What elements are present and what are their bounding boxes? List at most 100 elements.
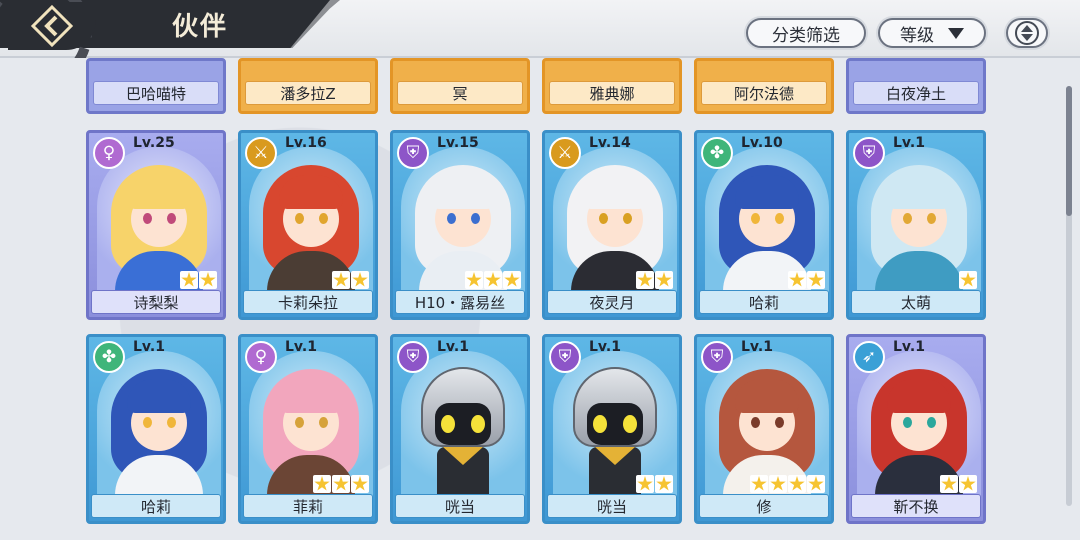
partner-card-partial[interactable]: 阿尔法德 <box>694 58 834 114</box>
star-icon <box>333 272 349 287</box>
star-icon <box>789 272 805 287</box>
shield-icon: ⛨ <box>397 341 429 373</box>
level-label: Lv.16 <box>285 135 327 151</box>
partner-name: 潘多拉Z <box>245 81 371 105</box>
partner-card[interactable]: ⛨ Lv.15 H10・露易丝 <box>390 130 530 320</box>
star-rating <box>959 271 977 289</box>
star-icon <box>181 272 197 287</box>
level-label: Lv.1 <box>893 135 925 151</box>
partner-name: 冥 <box>397 81 523 105</box>
star-icon <box>352 476 368 491</box>
sort-order-icon <box>1015 21 1039 45</box>
star-icon <box>960 476 976 491</box>
dagger-icon: ⚔ <box>245 137 277 169</box>
back-arrow-icon <box>30 4 74 48</box>
clover-icon: ✤ <box>93 341 125 373</box>
sort-dropdown-label: 等级 <box>900 25 934 46</box>
star-icon <box>656 476 672 491</box>
partner-name: 哈莉 <box>91 494 221 518</box>
level-label: Lv.10 <box>741 135 783 151</box>
star-rating <box>636 271 673 289</box>
page-title: 伙伴 <box>172 12 229 42</box>
partner-name: 夜灵月 <box>547 290 677 314</box>
scrollbar-thumb[interactable] <box>1066 86 1072 216</box>
level-label: Lv.1 <box>133 339 165 355</box>
filter-button-label: 分类筛选 <box>772 25 840 46</box>
partner-card[interactable]: ♀ Lv.25 诗梨梨 <box>86 130 226 320</box>
level-label: Lv.1 <box>437 339 469 355</box>
star-rating <box>465 271 521 289</box>
partner-card-partial[interactable]: 白夜净土 <box>846 58 986 114</box>
shield-icon: ⛨ <box>397 137 429 169</box>
partner-card-partial[interactable]: 潘多拉Z <box>238 58 378 114</box>
star-icon <box>751 476 767 491</box>
partner-card[interactable]: ⚔ Lv.14 夜灵月 <box>542 130 682 320</box>
star-icon <box>770 476 786 491</box>
partner-card-partial[interactable]: 冥 <box>390 58 530 114</box>
partner-name: 雅典娜 <box>549 81 675 105</box>
star-rating <box>788 271 825 289</box>
partner-name: 阿尔法德 <box>701 81 827 105</box>
filter-button[interactable]: 分类筛选 <box>746 18 866 48</box>
partner-card[interactable]: ⛨ Lv.1 咣当 <box>390 334 530 524</box>
partner-name: 白夜净土 <box>853 81 979 105</box>
partner-card-partial[interactable]: 雅典娜 <box>542 58 682 114</box>
star-icon <box>314 476 330 491</box>
partner-name: 咣当 <box>547 494 677 518</box>
level-label: Lv.25 <box>133 135 175 151</box>
star-rating <box>940 475 977 493</box>
star-icon <box>637 476 653 491</box>
partner-name: 巴哈喵特 <box>93 81 219 105</box>
partner-name: 哈莉 <box>699 290 829 314</box>
star-icon <box>941 476 957 491</box>
sort-dropdown[interactable]: 等级 <box>878 18 986 48</box>
bow-icon: ➶ <box>853 341 885 373</box>
star-icon <box>656 272 672 287</box>
star-icon <box>808 272 824 287</box>
venus-icon: ♀ <box>93 137 125 169</box>
star-rating <box>332 271 369 289</box>
partner-card[interactable]: ⛨ Lv.1 太萌 <box>846 130 986 320</box>
partner-name: H10・露易丝 <box>395 290 525 314</box>
partner-card[interactable]: ➶ Lv.1 靳不换 <box>846 334 986 524</box>
star-icon <box>485 272 501 287</box>
partner-card[interactable]: ⛨ Lv.1 咣当 <box>542 334 682 524</box>
venus-icon: ♀ <box>245 341 277 373</box>
partner-name: 卡莉朵拉 <box>243 290 373 314</box>
level-label: Lv.1 <box>285 339 317 355</box>
star-rating <box>636 475 673 493</box>
star-rating <box>750 475 825 493</box>
star-icon <box>333 476 349 491</box>
partner-card[interactable]: ⚔ Lv.16 卡莉朵拉 <box>238 130 378 320</box>
partner-card[interactable]: ⛨ Lv.1 修 <box>694 334 834 524</box>
partner-name: 修 <box>699 494 829 518</box>
partner-card[interactable]: ✤ Lv.10 哈莉 <box>694 130 834 320</box>
partner-card[interactable]: ✤ Lv.1 哈莉 <box>86 334 226 524</box>
sort-order-toggle[interactable] <box>1006 18 1048 48</box>
partner-name: 诗梨梨 <box>91 290 221 314</box>
star-icon <box>352 272 368 287</box>
star-icon <box>960 272 976 287</box>
level-label: Lv.1 <box>893 339 925 355</box>
partner-card-partial[interactable]: 巴哈喵特 <box>86 58 226 114</box>
partner-name: 咣当 <box>395 494 525 518</box>
shield-icon: ⛨ <box>701 341 733 373</box>
star-icon <box>466 272 482 287</box>
dagger-icon: ⚔ <box>549 137 581 169</box>
partner-portrait <box>401 351 525 499</box>
level-label: Lv.15 <box>437 135 479 151</box>
level-label: Lv.1 <box>589 339 621 355</box>
top-bar: 伙伴 分类筛选 等级 <box>0 0 1080 88</box>
star-icon <box>200 272 216 287</box>
back-button[interactable] <box>8 2 96 50</box>
partner-portrait <box>97 351 221 499</box>
level-label: Lv.1 <box>741 339 773 355</box>
clover-icon: ✤ <box>701 137 733 169</box>
star-icon <box>504 272 520 287</box>
partner-card[interactable]: ♀ Lv.1 菲莉 <box>238 334 378 524</box>
level-label: Lv.14 <box>589 135 631 151</box>
chevron-down-icon <box>948 27 964 39</box>
partner-name: 菲莉 <box>243 494 373 518</box>
partner-name: 太萌 <box>851 290 981 314</box>
star-icon <box>808 476 824 491</box>
